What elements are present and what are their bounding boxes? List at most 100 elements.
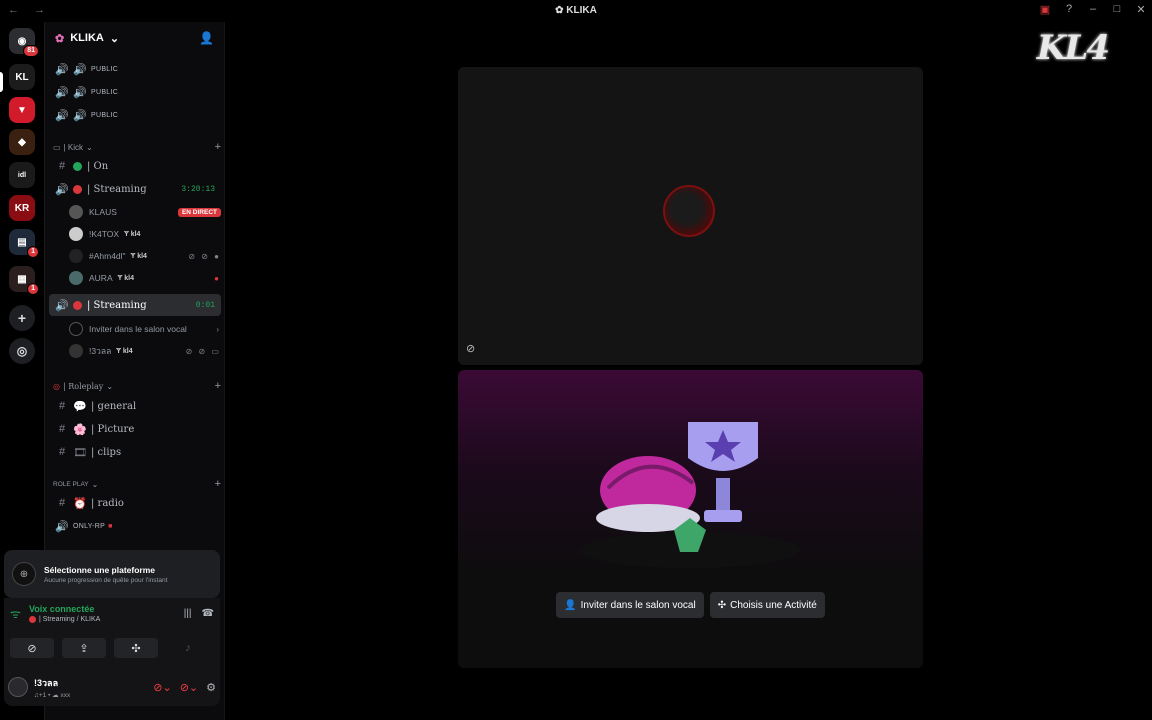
add-channel-icon[interactable]: +	[215, 478, 221, 490]
server-fox[interactable]: ◆	[9, 129, 35, 155]
category-role-play[interactable]: ROLE PLAY ⌄ +	[53, 477, 221, 491]
speaker-icon: 🔊	[55, 299, 69, 312]
channel-only-rp[interactable]: 🔊 ONLY-RP ■	[49, 515, 221, 537]
server-folder-2[interactable]: ▦ 1	[9, 266, 39, 295]
server-red[interactable]: KR	[9, 195, 35, 221]
mute-deafen-icons: ⊘ ⊘ ▭	[185, 346, 221, 356]
server-flower-icon: ✿	[55, 32, 65, 45]
channel-public-1[interactable]: 🔊 🔊 PUBLIC	[49, 58, 221, 80]
avatar	[69, 271, 83, 285]
voice-user-me[interactable]: !3วลล Ɏ kl4 ⊘ ⊘ ▭	[69, 341, 221, 361]
channel-radio[interactable]: # ⏰ | radio	[49, 492, 221, 514]
close-button[interactable]: ✕	[1134, 3, 1148, 16]
server-shield[interactable]: ▼	[9, 97, 35, 123]
activity-button[interactable]: ✣	[114, 638, 158, 658]
hash-icon: #	[58, 497, 66, 509]
brand-logo: KL4	[1036, 28, 1110, 68]
maximize-button[interactable]: □	[1110, 3, 1124, 16]
chevron-down-icon: ⌄	[91, 479, 99, 489]
server-icon: ✿	[555, 5, 567, 16]
server-header[interactable]: ✿ KLIKA ⌄ 👤	[45, 22, 224, 54]
invite-to-voice-row[interactable]: Inviter dans le salon vocal ›	[69, 319, 221, 339]
channel-streaming-1[interactable]: 🔊 | Streaming 3:20:13	[49, 178, 221, 200]
add-user-icon: 👤	[564, 599, 577, 611]
folder-badge-2: 1	[27, 283, 39, 295]
speaker-icon: 🔊	[55, 183, 69, 196]
username[interactable]: !3วลล	[34, 676, 70, 690]
add-channel-icon[interactable]: +	[215, 141, 221, 153]
clan-tag: Ɏ kl4	[117, 274, 134, 282]
category-roleplay[interactable]: ◎ | Roleplay ⌄ +	[53, 379, 221, 393]
category-kick[interactable]: ▭ | Kick ⌄ +	[53, 140, 221, 154]
tv-icon: ▭	[53, 142, 61, 152]
live-badge: EN DIRECT	[177, 207, 221, 217]
voice-user[interactable]: #Ahm4dl" Ɏ kl4 ⊘ ⊘ ●	[69, 246, 221, 266]
choose-activity-button[interactable]: ✣ Choisis une Activité	[709, 592, 825, 618]
help-icon[interactable]: ?	[1062, 3, 1076, 16]
soundboard-button[interactable]: ♪	[166, 638, 210, 658]
speaker-icon: 🔊	[55, 63, 69, 76]
chevron-down-icon: ⌄	[109, 32, 120, 45]
avatar	[69, 249, 83, 263]
disconnect-icon[interactable]: ☎	[202, 608, 214, 619]
mic-muted-icon[interactable]: ⊘⌄	[153, 681, 171, 694]
discord-home-icon[interactable]: ◉ 81	[9, 28, 39, 57]
participant-avatar	[663, 185, 715, 237]
server-text[interactable]: idl	[9, 162, 35, 188]
voice-user[interactable]: !K4TOX Ɏ kl4	[69, 224, 221, 244]
server-folder[interactable]: ▤ 1	[9, 229, 39, 258]
inbox-icon[interactable]: ▣	[1038, 3, 1052, 16]
camera-off-icon: ⊘	[466, 343, 476, 355]
channel-on[interactable]: # | On	[49, 155, 221, 177]
gear-icon[interactable]: ⚙	[206, 681, 216, 694]
chevron-down-icon: ⌄	[85, 142, 93, 152]
user-panel: !3วลล ♫+1 • ☁ xxx ⊘⌄ ⊘⌄ ⚙	[8, 674, 216, 700]
channel-picture[interactable]: # 🌸 | Picture	[49, 418, 221, 440]
quest-icon: ⊕	[12, 562, 36, 586]
avatar[interactable]	[8, 677, 28, 697]
channel-general[interactable]: # 💬 | general	[49, 395, 221, 417]
discover-icon[interactable]: ◎	[9, 338, 35, 364]
channel-streaming-active[interactable]: 🔊 | Streaming 0:01	[49, 294, 221, 316]
invite-people-icon[interactable]: 👤	[199, 31, 214, 45]
channel-public-2[interactable]: 🔊 🔊 PUBLIC	[49, 81, 221, 103]
server-kl4[interactable]: KL	[9, 64, 35, 90]
voice-user[interactable]: KLAUS EN DIRECT	[69, 202, 221, 222]
chevron-down-icon: ⌄	[106, 381, 114, 391]
speaker-icon: 🔊	[73, 109, 87, 122]
signal-icon[interactable]: ᯤ	[10, 605, 21, 622]
channel-clips[interactable]: # 🎞 | clips	[49, 441, 221, 463]
speech-bubble-icon: 💬	[73, 400, 87, 413]
title-bar: ← → ✿ KLIKA ▣ ? – □ ✕	[0, 0, 1152, 22]
red-dot-icon	[73, 184, 82, 194]
quest-subtitle: Aucune progression de quête pour l'insta…	[44, 576, 168, 584]
minimize-button[interactable]: –	[1086, 3, 1100, 16]
call-timer: 3:20:13	[181, 184, 215, 194]
voice-channel-path[interactable]: | Streaming / KLIKA	[39, 616, 100, 623]
clan-tag: Ɏ kl4	[124, 230, 141, 238]
mentions-badge: 81	[23, 45, 39, 57]
headphones-muted-icon[interactable]: ⊘⌄	[180, 681, 198, 694]
voice-stage: ⊘ 👤 Inviter dans le salon vocal ✣ Choisis …	[226, 22, 1152, 720]
screen-share-button[interactable]: ⇪	[62, 638, 106, 658]
camera-off-button[interactable]: ⊘	[10, 638, 54, 658]
channel-public-3[interactable]: 🔊 🔊 PUBLIC	[49, 104, 221, 126]
target-icon: ◎	[53, 381, 60, 391]
red-square-icon: ■	[108, 522, 113, 530]
participant-tile[interactable]: ⊘	[458, 67, 923, 365]
add-server-icon[interactable]: +	[9, 305, 35, 331]
add-channel-icon[interactable]: +	[215, 380, 221, 392]
noise-suppression-icon[interactable]: |||	[184, 608, 192, 619]
voice-user[interactable]: AURA Ɏ kl4 ●	[69, 268, 221, 288]
trophy-illustration	[580, 422, 800, 568]
activity-grid-icon: ✣	[717, 599, 727, 611]
server-name: KLIKA	[70, 32, 104, 44]
clan-tag: Ɏ kl4	[116, 347, 133, 355]
clan-tag: Ɏ kl4	[130, 252, 147, 260]
hash-icon: #	[58, 423, 66, 435]
invite-voice-button[interactable]: 👤 Inviter dans le salon vocal	[556, 592, 704, 618]
voice-status[interactable]: Voix connectée	[29, 604, 100, 614]
quest-panel[interactable]: ⊕ Sélectionne une plateforme Aucune prog…	[4, 550, 220, 598]
window-controls: ▣ ? – □ ✕	[1038, 3, 1148, 16]
avatar	[69, 205, 83, 219]
